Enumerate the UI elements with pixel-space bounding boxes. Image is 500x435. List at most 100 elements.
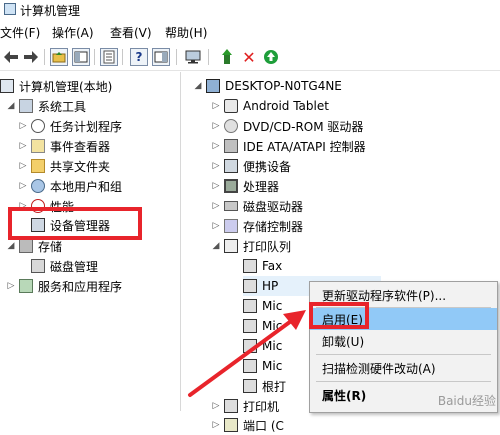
printer-disabled-icon — [243, 279, 257, 293]
printer-icon — [243, 319, 257, 333]
chevron-right-icon[interactable]: ▷ — [211, 401, 221, 411]
properties-icon[interactable] — [100, 48, 118, 66]
disk-drive-icon — [224, 201, 238, 211]
users-icon — [31, 179, 45, 193]
chevron-right-icon[interactable]: ▷ — [211, 161, 221, 171]
toolbar-separator — [122, 49, 123, 65]
tree-item-shared-folders[interactable]: ▷ 共享文件夹 — [18, 156, 110, 176]
chevron-right-icon[interactable]: ▷ — [18, 141, 28, 151]
device-item[interactable]: Fax — [243, 256, 282, 276]
chevron-down-icon[interactable]: ◢ — [211, 241, 221, 251]
tree-item-task-scheduler[interactable]: ▷ 任务计划程序 — [18, 116, 122, 136]
event-viewer-icon — [31, 139, 45, 153]
clock-icon — [31, 119, 45, 133]
update-driver-icon[interactable] — [218, 48, 236, 66]
tree-item-label: 共享文件夹 — [50, 159, 111, 174]
device-root[interactable]: ◢ DESKTOP-N0TG4NE — [193, 76, 342, 96]
tree-item-label: 事件查看器 — [50, 139, 111, 154]
cd-drive-icon — [224, 119, 238, 133]
tree-item-label: 任务计划程序 — [50, 119, 123, 134]
forward-icon[interactable] — [22, 48, 40, 66]
device-category[interactable]: ▷ 处理器 — [211, 176, 279, 196]
console-tree-icon[interactable] — [72, 48, 90, 66]
printer-icon — [243, 299, 257, 313]
device-label: Fax — [262, 259, 283, 273]
chevron-right-icon[interactable]: ▷ — [211, 121, 221, 131]
up-folder-icon[interactable] — [50, 48, 68, 66]
tree-item-label: 服务和应用程序 — [38, 279, 123, 294]
menu-action[interactable]: 操作(A) — [52, 24, 94, 41]
help-icon[interactable]: ? — [130, 48, 148, 66]
device-label: IDE ATA/ATAPI 控制器 — [243, 139, 366, 154]
device-item[interactable]: Mic — [243, 316, 282, 336]
device-item[interactable]: Mic — [243, 336, 282, 356]
device-label: Mic — [262, 299, 283, 313]
menu-item-label: 属性(R) — [322, 388, 367, 403]
tree-item-computer-management[interactable]: 计算机管理(本地) — [0, 76, 112, 96]
menu-view[interactable]: 查看(V) — [110, 24, 152, 41]
tree-item-label: 磁盘管理 — [50, 259, 99, 274]
device-label: Mic — [262, 319, 283, 333]
menu-item-scan-hardware[interactable]: 扫描检测硬件改动(A) — [310, 357, 497, 379]
scan-icon[interactable] — [262, 48, 280, 66]
device-category[interactable]: ▷ 端口 (C — [211, 415, 284, 435]
chevron-right-icon[interactable]: ▷ — [18, 181, 28, 191]
watermark: Baidu经验 — [437, 394, 496, 408]
device-label: Mic — [262, 339, 283, 353]
tree-item-local-users[interactable]: ▷ 本地用户和组 — [18, 176, 122, 196]
tree-item-event-viewer[interactable]: ▷ 事件查看器 — [18, 136, 110, 156]
shared-folder-icon — [31, 159, 45, 173]
printer-icon — [243, 379, 257, 393]
chevron-right-icon[interactable]: ▷ — [18, 121, 28, 131]
device-category[interactable]: ▷ 打印机 — [211, 396, 279, 416]
title-bar: 计算机管理 — [0, 0, 500, 20]
console-tree: 计算机管理(本地) ◢ 系统工具 ▷ 任务计划程序 ▷ 事件查看器 ▷ 共享文件… — [0, 72, 181, 411]
device-label: 处理器 — [243, 179, 280, 194]
device-label: 打印机 — [243, 399, 280, 414]
chevron-right-icon[interactable]: ▷ — [211, 420, 221, 430]
computer-icon[interactable] — [184, 48, 202, 66]
chevron-right-icon[interactable]: ▷ — [211, 201, 221, 211]
chevron-down-icon[interactable]: ◢ — [193, 81, 203, 91]
menu-help[interactable]: 帮助(H) — [165, 24, 207, 41]
chevron-down-icon[interactable]: ◢ — [6, 101, 16, 111]
tree-item-label: 计算机管理(本地) — [19, 79, 113, 94]
chevron-down-icon[interactable]: ◢ — [6, 241, 16, 251]
chevron-right-icon[interactable]: ▷ — [211, 141, 221, 151]
action-pane-icon[interactable] — [152, 48, 170, 66]
device-category[interactable]: ◢ 打印队列 — [211, 236, 291, 256]
uninstall-icon[interactable]: ✕ — [240, 48, 258, 67]
toolbar: ? ✕ — [0, 44, 500, 71]
device-item[interactable]: Mic — [243, 296, 282, 316]
device-category[interactable]: ▷ IDE ATA/ATAPI 控制器 — [211, 136, 366, 156]
menu-item-label: 更新驱动程序软件(P)... — [322, 288, 447, 303]
toolbar-separator — [44, 49, 45, 65]
tree-item-disk-management[interactable]: 磁盘管理 — [31, 256, 98, 276]
chevron-right-icon[interactable]: ▷ — [211, 101, 221, 111]
device-category[interactable]: ▷ 便携设备 — [211, 156, 291, 176]
processor-icon — [224, 179, 238, 193]
tree-item-services-apps[interactable]: ▷ 服务和应用程序 — [6, 276, 122, 296]
chevron-right-icon[interactable]: ▷ — [211, 221, 221, 231]
menu-file[interactable]: 文件(F) — [0, 24, 40, 41]
toolbar-separator — [94, 49, 95, 65]
device-label: Android Tablet — [243, 99, 329, 113]
device-label: 端口 (C — [243, 418, 284, 433]
device-category[interactable]: ▷ 存储控制器 — [211, 216, 303, 236]
chevron-right-icon[interactable]: ▷ — [211, 181, 221, 191]
chevron-right-icon[interactable]: ▷ — [6, 281, 16, 291]
device-category[interactable]: ▷ DVD/CD-ROM 驱动器 — [211, 116, 363, 136]
device-item[interactable]: Mic — [243, 356, 282, 376]
system-tools-icon — [19, 99, 33, 113]
chevron-right-icon[interactable]: ▷ — [18, 161, 28, 171]
printer-icon — [243, 339, 257, 353]
print-queue-icon — [224, 239, 238, 253]
menu-item-uninstall[interactable]: 卸载(U) — [310, 330, 497, 352]
device-category[interactable]: ▷ 磁盘驱动器 — [211, 196, 303, 216]
back-icon[interactable] — [2, 48, 20, 66]
device-category[interactable]: ▷ Android Tablet — [211, 96, 329, 116]
tree-item-system-tools[interactable]: ◢ 系统工具 — [6, 96, 86, 116]
storage-controller-icon — [224, 219, 238, 233]
printer-icon — [243, 259, 257, 273]
device-item[interactable]: 根打 — [243, 376, 286, 396]
